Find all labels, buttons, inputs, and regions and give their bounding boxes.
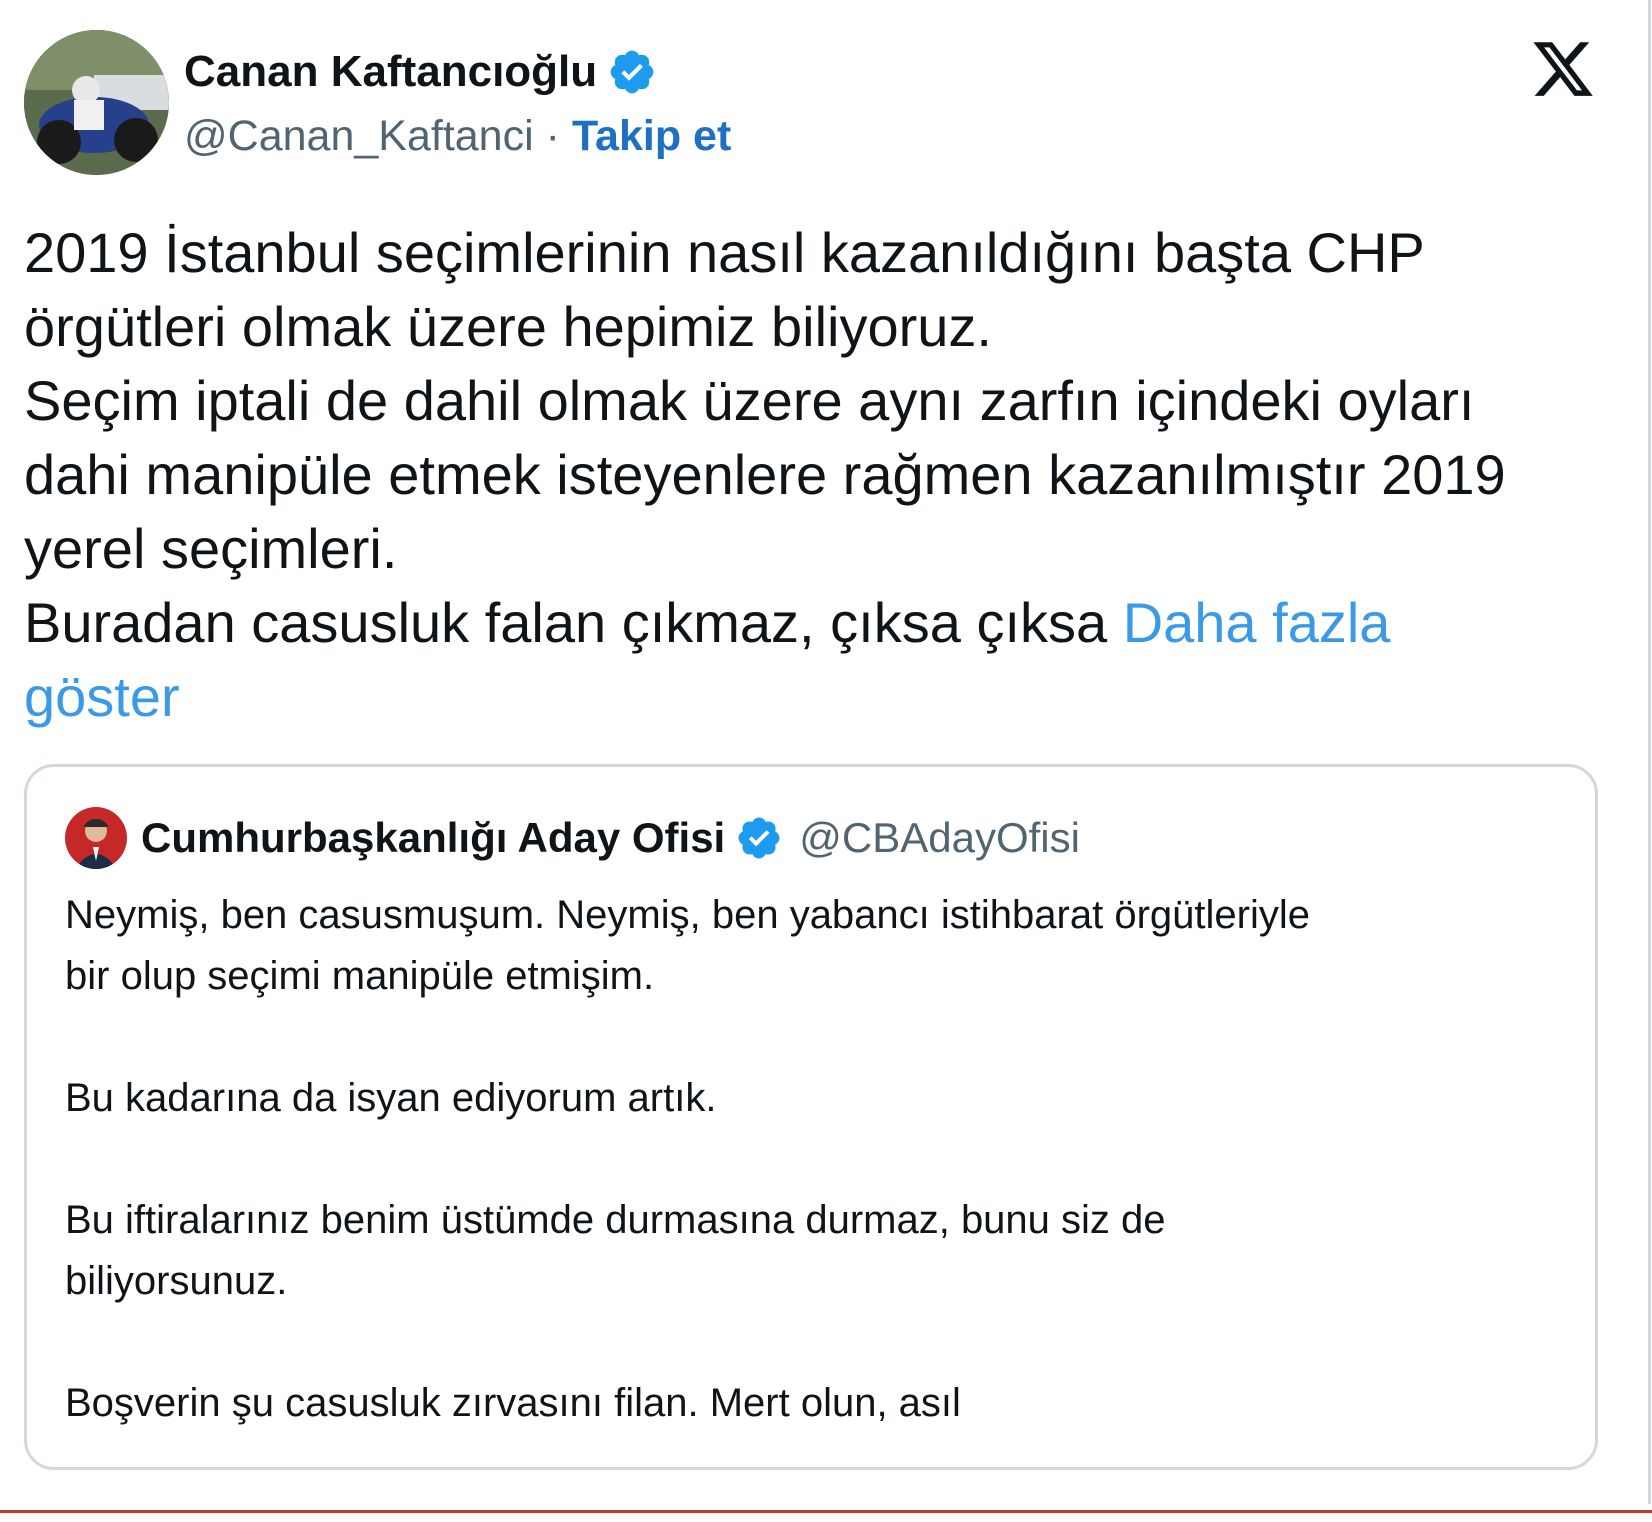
- quoted-line: Bu kadarına da isyan ediyorum artık.: [65, 1076, 717, 1120]
- quoted-line-blank: [65, 1129, 1565, 1190]
- quoted-text: Neymiş, ben casusmuşum. Neymiş, ben yaba…: [65, 885, 1565, 1434]
- author-handle-row: @Canan_Kaftanci · Takip et: [184, 108, 731, 164]
- avatar-photo: [24, 30, 169, 175]
- quoted-line: biliyorsunuz.: [65, 1259, 288, 1303]
- tweet-line: 2019 İstanbul seçimlerinin nasıl kazanıl…: [24, 221, 1425, 284]
- quoted-line-blank: [65, 1007, 1565, 1068]
- author-avatar[interactable]: [24, 30, 169, 175]
- quoted-handle[interactable]: @CBAdayOfisi: [799, 814, 1080, 862]
- tweet-line: dahi manipüle etmek isteyenlere rağmen k…: [24, 443, 1506, 506]
- tweet-text: 2019 İstanbul seçimlerinin nasıl kazanıl…: [24, 216, 1624, 734]
- author-name-row: Canan Kaftancıoğlu: [184, 44, 657, 100]
- show-more-link-continued[interactable]: göster: [24, 660, 1624, 734]
- quoted-line: bir olup seçimi manipüle etmişim.: [65, 954, 655, 998]
- author-handle[interactable]: @Canan_Kaftanci: [184, 112, 534, 161]
- quoted-verified-badge-icon: [735, 814, 783, 862]
- quoted-author-avatar[interactable]: [65, 807, 127, 869]
- quoted-avatar-photo: [65, 807, 127, 869]
- tweet-line-last: Buradan casusluk falan çıkmaz, çıksa çık…: [24, 586, 1624, 660]
- tweet-line: örgütleri olmak üzere hepimiz biliyoruz.: [24, 295, 992, 358]
- author-display-name[interactable]: Canan Kaftancıoğlu: [184, 47, 597, 97]
- quoted-line: Boşverin şu casusluk zırvasını filan. Me…: [65, 1381, 961, 1425]
- quoted-line-blank: [65, 1312, 1565, 1373]
- quoted-line: Neymiş, ben casusmuşum. Neymiş, ben yaba…: [65, 893, 1310, 937]
- tweet-line-text: Buradan casusluk falan çıkmaz, çıksa çık…: [24, 591, 1123, 654]
- tweet-line: yerel seçimleri.: [24, 517, 398, 580]
- x-logo-icon[interactable]: [1528, 36, 1598, 102]
- follow-button[interactable]: Takip et: [572, 112, 731, 161]
- bottom-divider: [0, 1510, 1652, 1513]
- show-more-link[interactable]: Daha fazla: [1123, 591, 1391, 654]
- quoted-display-name[interactable]: Cumhurbaşkanlığı Aday Ofisi: [141, 814, 725, 862]
- separator-dot: ·: [545, 111, 560, 160]
- verified-badge-icon: [607, 47, 657, 97]
- quoted-tweet[interactable]: Cumhurbaşkanlığı Aday Ofisi @CBAdayOfisi…: [24, 764, 1598, 1470]
- tweet-card: Canan Kaftancıoğlu @Canan_Kaftanci · Tak…: [0, 0, 1651, 1504]
- tweet-line: Seçim iptali de dahil olmak üzere aynı z…: [24, 369, 1475, 432]
- quoted-header: Cumhurbaşkanlığı Aday Ofisi @CBAdayOfisi: [141, 807, 1080, 869]
- quoted-line: Bu iftiralarınız benim üstümde durmasına…: [65, 1198, 1166, 1242]
